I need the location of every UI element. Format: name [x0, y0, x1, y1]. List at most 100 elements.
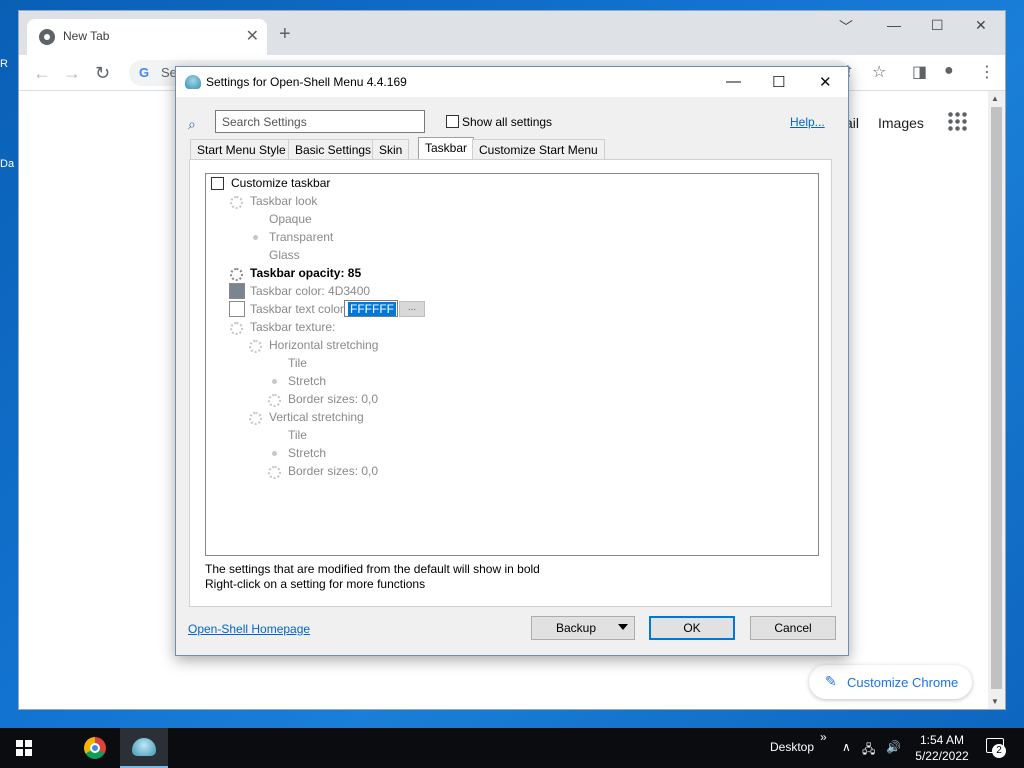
- customize-chrome-button[interactable]: ✎ Customize Chrome: [809, 665, 972, 699]
- clock[interactable]: 1:54 AM 5/22/2022: [912, 732, 972, 764]
- tree-item-horizontal-stretching[interactable]: Horizontal stretching: [269, 338, 378, 356]
- desktop-toolbar-label[interactable]: Desktop: [770, 740, 814, 754]
- taskbar-chrome-app[interactable]: [71, 728, 119, 768]
- tab-search-icon[interactable]: ﹀: [839, 17, 853, 37]
- tree-item-h-border-sizes[interactable]: Border sizes: 0,0: [288, 392, 378, 410]
- tab-skin[interactable]: Skin: [372, 139, 410, 159]
- tray-overflow-icon[interactable]: ∧: [842, 740, 851, 754]
- setting-gear-icon: [268, 466, 281, 479]
- text-color-value: FFFFFF: [348, 302, 396, 316]
- settings-dialog: Settings for Open-Shell Menu 4.4.169 — ☐…: [175, 66, 849, 656]
- tree-item-taskbar-texture[interactable]: Taskbar texture:: [250, 320, 335, 338]
- dialog-title: Settings for Open-Shell Menu 4.4.169: [206, 75, 407, 89]
- help-link[interactable]: Help...: [790, 115, 825, 129]
- notification-count-badge: 2: [992, 744, 1006, 758]
- dialog-minimize-button[interactable]: —: [726, 73, 741, 90]
- bookmark-star-icon[interactable]: ☆: [872, 62, 886, 82]
- show-all-settings-checkbox[interactable]: [446, 115, 459, 128]
- tab-basic-settings[interactable]: Basic Settings: [288, 139, 379, 159]
- tree-item-opaque[interactable]: Opaque: [269, 212, 312, 230]
- setting-gear-icon: [230, 196, 243, 209]
- search-settings-input[interactable]: Search Settings: [215, 110, 425, 133]
- radio-dot-icon: [272, 451, 277, 456]
- tree-item-transparent[interactable]: Transparent: [269, 230, 333, 248]
- scroll-up-icon[interactable]: ▲: [991, 94, 999, 103]
- magnifier-icon: ⌕: [188, 116, 196, 132]
- tab-panel: Customize taskbar Taskbar look Opaque Tr…: [189, 159, 832, 607]
- tree-item-v-tile[interactable]: Tile: [288, 428, 307, 446]
- setting-gear-icon: [249, 412, 262, 425]
- tree-item-glass[interactable]: Glass: [269, 248, 300, 266]
- customize-taskbar-checkbox[interactable]: [211, 177, 224, 190]
- tab-title: New Tab: [63, 29, 110, 43]
- minimize-button[interactable]: —: [887, 17, 901, 33]
- setting-gear-icon: [230, 268, 243, 281]
- tab-strip: New Tab ✕ + ﹀ — ☐ ✕: [19, 11, 1005, 55]
- dialog-maximize-button[interactable]: ☐: [772, 73, 785, 91]
- show-all-settings-label[interactable]: Show all settings: [462, 115, 552, 129]
- new-tab-button[interactable]: +: [279, 23, 291, 46]
- setting-gear-icon: [249, 340, 262, 353]
- toolbar-chevron-icon[interactable]: »: [820, 730, 827, 744]
- backup-button[interactable]: Backup: [531, 616, 635, 640]
- open-shell-icon: [185, 75, 201, 89]
- tree-item-h-tile[interactable]: Tile: [288, 356, 307, 374]
- profile-icon[interactable]: ●: [944, 62, 954, 80]
- tab-start-menu-style[interactable]: Start Menu Style: [190, 139, 293, 159]
- clock-time: 1:54 AM: [919, 733, 965, 747]
- tree-item-v-border-sizes[interactable]: Border sizes: 0,0: [288, 464, 378, 482]
- images-link[interactable]: Images: [878, 115, 924, 131]
- windows-start-icon[interactable]: [16, 740, 32, 756]
- clock-date: 5/22/2022: [915, 749, 969, 763]
- dialog-title-bar[interactable]: Settings for Open-Shell Menu 4.4.169 — ☐…: [176, 67, 848, 97]
- taskbar-open-shell-app[interactable]: [120, 728, 168, 768]
- text-color-edit-field[interactable]: FFFFFF: [344, 300, 398, 317]
- dropdown-arrow-icon: [618, 624, 628, 630]
- close-button[interactable]: ✕: [975, 17, 987, 34]
- apps-grid-icon[interactable]: [947, 111, 967, 131]
- note-right-click: Right-click on a setting for more functi…: [205, 577, 426, 591]
- settings-tree[interactable]: Customize taskbar Taskbar look Opaque Tr…: [205, 173, 819, 556]
- tab-taskbar[interactable]: Taskbar: [418, 137, 475, 160]
- tree-item-taskbar-look[interactable]: Taskbar look: [250, 194, 317, 212]
- note-bold-settings: The settings that are modified from the …: [205, 562, 540, 576]
- setting-gear-icon: [268, 394, 281, 407]
- backup-label: Backup: [556, 621, 597, 635]
- tree-item-v-stretch[interactable]: Stretch: [288, 446, 326, 464]
- page-scrollbar[interactable]: ▲ ▼: [988, 91, 1005, 709]
- tree-item-h-stretch[interactable]: Stretch: [288, 374, 326, 392]
- side-panel-icon[interactable]: ◨: [912, 62, 927, 82]
- ok-button[interactable]: OK: [649, 616, 735, 640]
- forward-icon[interactable]: →: [63, 63, 81, 84]
- taskbar-text-color-swatch: [229, 301, 245, 317]
- pencil-icon: ✎: [825, 673, 837, 689]
- open-shell-homepage-link[interactable]: Open-Shell Homepage: [188, 622, 310, 636]
- menu-icon[interactable]: ⋮: [979, 62, 995, 82]
- scroll-down-icon[interactable]: ▼: [991, 697, 999, 706]
- tree-item-taskbar-text-color[interactable]: Taskbar text color: [250, 302, 344, 320]
- radio-dot-icon: [253, 235, 258, 240]
- desktop-icon-label: R: [0, 58, 8, 70]
- color-picker-button[interactable]: ...: [399, 301, 425, 317]
- radio-dot-icon: [272, 379, 277, 384]
- windows-taskbar: Desktop » ∧ 🖧 🔊 1:54 AM 5/22/2022 2: [0, 728, 1024, 768]
- taskbar-color-swatch: [229, 283, 245, 299]
- cancel-button[interactable]: Cancel: [750, 616, 836, 640]
- reload-icon[interactable]: ↻: [95, 63, 110, 84]
- customize-chrome-label: Customize Chrome: [847, 675, 959, 690]
- tree-item-taskbar-opacity[interactable]: Taskbar opacity: 85: [250, 266, 361, 284]
- scroll-thumb[interactable]: [991, 107, 1002, 689]
- tree-item-customize-taskbar[interactable]: Customize taskbar: [231, 176, 330, 194]
- tab-close-icon[interactable]: ✕: [246, 26, 259, 46]
- dialog-close-button[interactable]: ✕: [819, 73, 832, 91]
- maximize-button[interactable]: ☐: [931, 17, 944, 34]
- network-icon[interactable]: 🖧: [862, 740, 875, 761]
- google-icon: G: [139, 65, 150, 80]
- tab-new-tab[interactable]: New Tab ✕: [27, 19, 267, 55]
- volume-icon[interactable]: 🔊: [886, 740, 901, 754]
- tab-customize-start-menu[interactable]: Customize Start Menu: [472, 139, 605, 159]
- tree-item-vertical-stretching[interactable]: Vertical stretching: [269, 410, 364, 428]
- setting-gear-icon: [230, 322, 243, 335]
- back-icon[interactable]: ←: [33, 63, 51, 84]
- desktop-icon-label: Da: [0, 158, 15, 170]
